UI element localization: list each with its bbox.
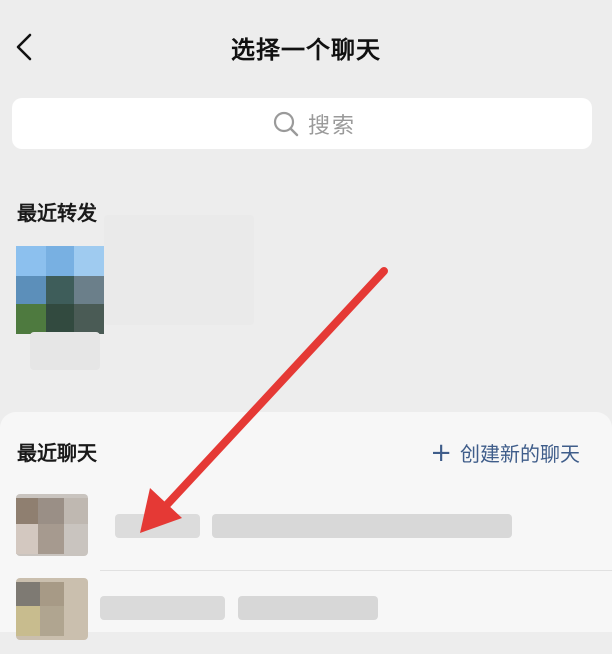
- divider: [100, 570, 612, 571]
- recent-forward-blur: [104, 215, 254, 325]
- plus-icon: +: [430, 437, 452, 468]
- search-input[interactable]: 搜索: [308, 108, 356, 140]
- chat-list-item[interactable]: [0, 488, 612, 570]
- chat-name-blur: [100, 596, 225, 620]
- search-icon: [273, 111, 299, 137]
- chat-name-blur: [115, 514, 200, 538]
- recent-forward-avatar[interactable]: [16, 246, 104, 334]
- chat-avatar: [16, 494, 88, 556]
- recent-chats-heading: 最近聊天: [17, 441, 97, 465]
- search-placeholder-group: 搜索: [272, 108, 356, 140]
- chat-name-blur: [238, 596, 378, 620]
- chat-list-item[interactable]: [0, 572, 612, 654]
- create-new-chat-button[interactable]: + 创建新的聊天: [430, 438, 580, 467]
- chat-avatar: [16, 578, 88, 640]
- top-bar: 选择一个聊天: [0, 0, 612, 96]
- search-bar[interactable]: 搜索: [12, 98, 592, 149]
- recent-forward-heading: 最近转发: [17, 201, 97, 225]
- page-title: 选择一个聊天: [231, 36, 381, 64]
- create-new-chat-label: 创建新的聊天: [460, 442, 580, 466]
- recent-forward-name-blur: [30, 332, 100, 370]
- chat-name-blur: [212, 514, 512, 538]
